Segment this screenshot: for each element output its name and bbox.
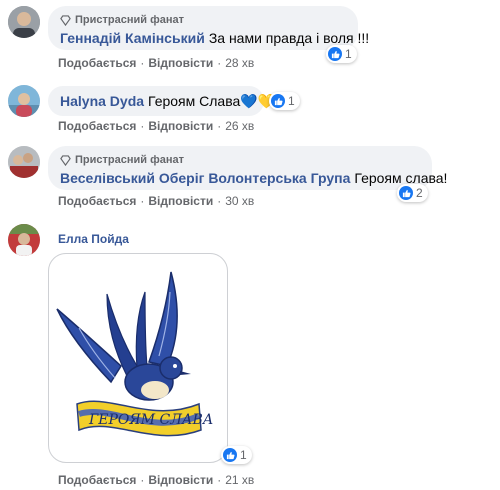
reply-button[interactable]: Відповісти xyxy=(148,473,213,487)
comment-author[interactable]: Елла Пойда xyxy=(58,232,129,246)
comment-author[interactable]: Геннадій Камінський xyxy=(60,30,205,46)
like-button[interactable]: Подобається xyxy=(58,56,136,70)
reaction-count[interactable]: 1 xyxy=(269,92,300,110)
reaction-number: 2 xyxy=(416,186,423,200)
ribbon-caption: ГЕРОЯМ СЛАВА xyxy=(88,412,213,428)
separator: · xyxy=(140,194,145,208)
diamond-icon xyxy=(60,14,71,26)
comment-time[interactable]: 21 хв xyxy=(225,473,254,487)
swallow-image: ГЕРОЯМ СЛАВА xyxy=(56,271,213,437)
reaction-number: 1 xyxy=(240,448,247,462)
comment-time[interactable]: 26 хв xyxy=(225,119,254,133)
avatar[interactable] xyxy=(8,6,40,38)
separator: · xyxy=(140,56,145,70)
avatar[interactable] xyxy=(8,146,40,178)
comment-author[interactable]: Halyna Dyda xyxy=(60,93,144,109)
reply-button[interactable]: Відповісти xyxy=(148,56,213,70)
comment-actions: Подобається · Відповісти · 26 хв xyxy=(58,119,254,133)
reply-button[interactable]: Відповісти xyxy=(148,194,213,208)
comment-time[interactable]: 30 хв xyxy=(225,194,254,208)
separator: · xyxy=(217,194,222,208)
comment-text: За нами правда і воля !!! xyxy=(208,30,370,46)
badge-label: Пристрасний фанат xyxy=(75,154,184,166)
separator: · xyxy=(140,473,145,487)
avatar[interactable] xyxy=(8,224,40,256)
like-icon xyxy=(223,448,237,462)
diamond-icon xyxy=(60,154,71,166)
comment-actions: Подобається · Відповісти · 21 хв xyxy=(58,473,254,487)
comment-bubble: Пристрасний фанат Веселівський Оберіг Во… xyxy=(48,146,447,190)
like-button[interactable]: Подобається xyxy=(58,194,136,208)
comment-time[interactable]: 28 хв xyxy=(225,56,254,70)
top-fan-badge: Пристрасний фанат xyxy=(60,154,420,166)
like-button[interactable]: Подобається xyxy=(58,119,136,133)
separator: · xyxy=(217,56,222,70)
comment-bubble: Halyna Dyda Героям Слава💙💛 xyxy=(48,86,275,116)
like-icon xyxy=(399,186,413,200)
like-button[interactable]: Подобається xyxy=(58,473,136,487)
comment-author[interactable]: Веселівський Оберіг Волонтерська Група xyxy=(60,170,350,186)
separator: · xyxy=(140,119,145,133)
separator: · xyxy=(217,473,222,487)
reaction-count[interactable]: 1 xyxy=(221,446,252,464)
reaction-number: 1 xyxy=(288,94,295,108)
top-fan-badge: Пристрасний фанат xyxy=(60,14,346,26)
badge-label: Пристрасний фанат xyxy=(75,14,184,26)
reaction-number: 1 xyxy=(345,47,352,61)
like-icon xyxy=(271,94,285,108)
comment-actions: Подобається · Відповісти · 30 хв xyxy=(58,194,254,208)
reaction-count[interactable]: 2 xyxy=(397,184,428,202)
reply-button[interactable]: Відповісти xyxy=(148,119,213,133)
comment-text: Героям Слава💙💛 xyxy=(148,93,276,109)
like-icon xyxy=(328,47,342,61)
comment-bubble: Пристрасний фанат Геннадій Камінський За … xyxy=(48,6,369,50)
comment-text: Героям слава! xyxy=(354,170,448,186)
comment-image[interactable]: ГЕРОЯМ СЛАВА xyxy=(48,253,228,463)
avatar[interactable] xyxy=(8,85,40,117)
reaction-count[interactable]: 1 xyxy=(326,45,357,63)
comment-actions: Подобається · Відповісти · 28 хв xyxy=(58,56,254,70)
separator: · xyxy=(217,119,222,133)
